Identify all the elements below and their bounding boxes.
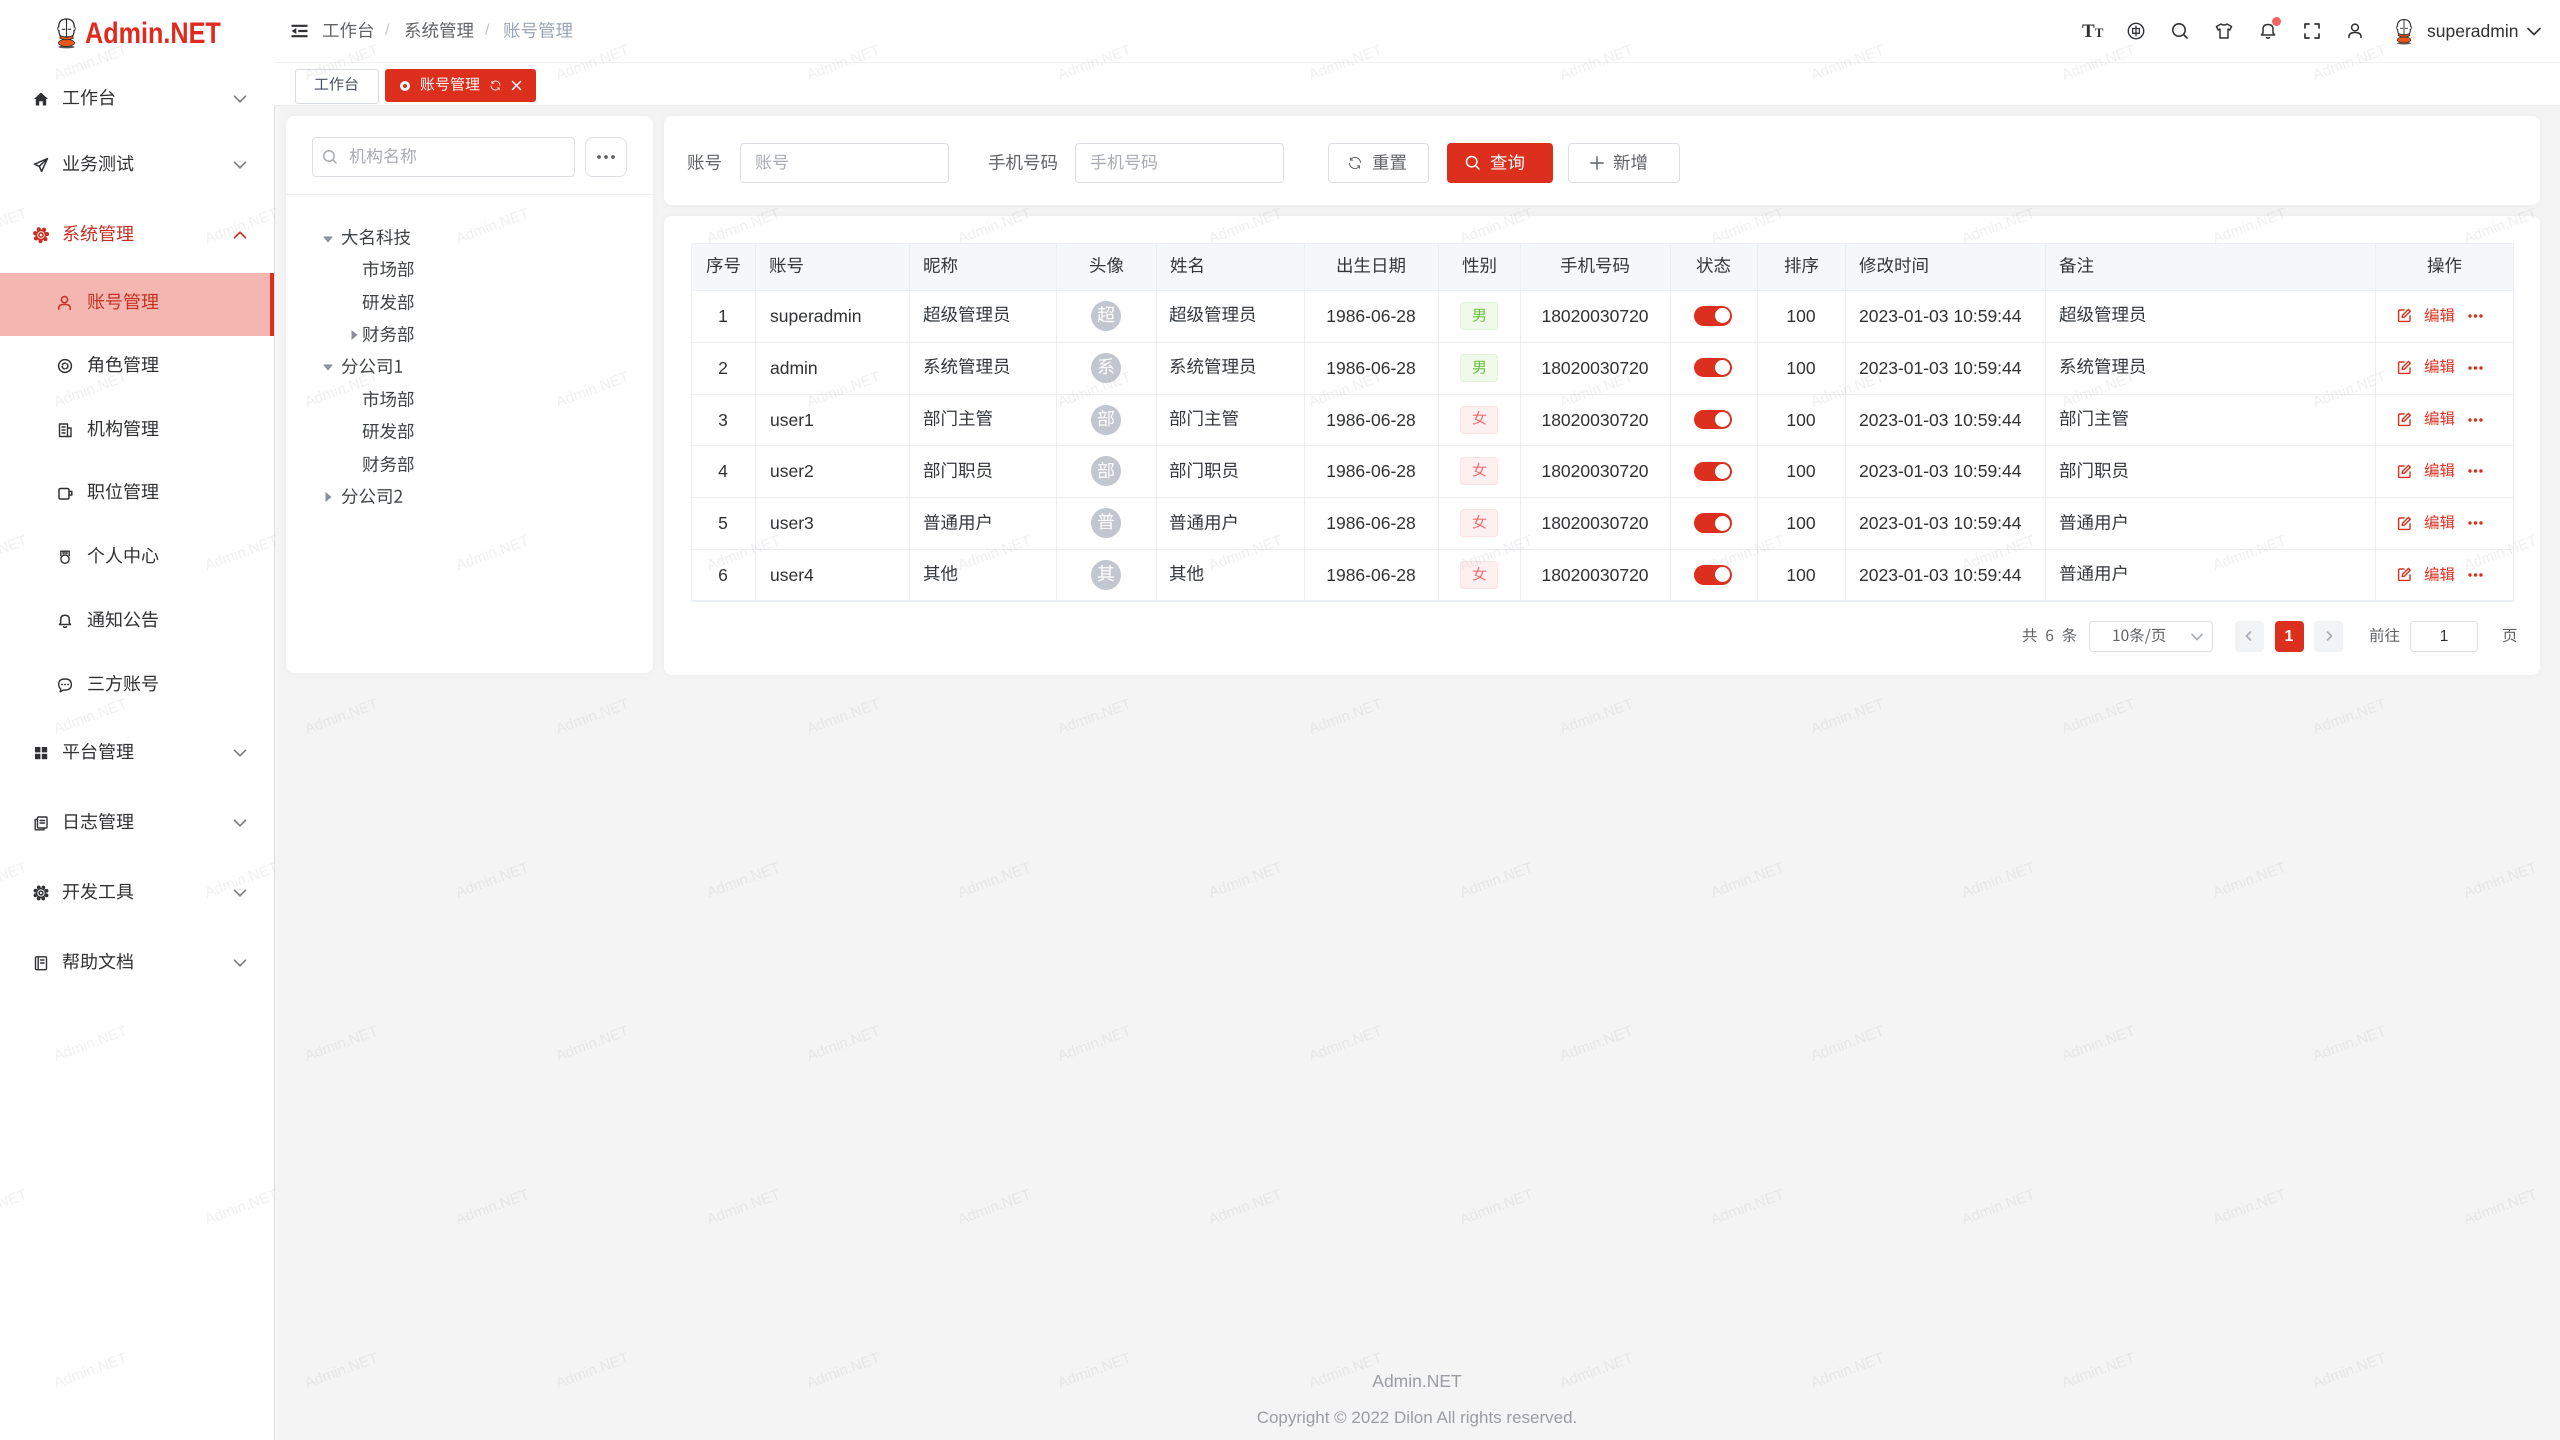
svg-text:Admin.NET: Admin.NET [1056,369,1134,411]
svg-text:Admin.NET: Admin.NET [1056,1350,1134,1392]
svg-text:Admin.NET: Admin.NET [0,859,29,901]
svg-text:Admin.NET: Admin.NET [1709,205,1787,247]
svg-text:Admin.NET: Admin.NET [1307,1350,1385,1392]
svg-text:Admin.NET: Admin.NET [1307,369,1385,411]
svg-text:Admin.NET: Admin.NET [1307,42,1385,84]
svg-text:Admin.NET: Admin.NET [1056,696,1134,738]
svg-text:Admin.NET: Admin.NET [303,696,381,738]
svg-text:Admin.NET: Admin.NET [1709,859,1787,901]
svg-text:Admin.NET: Admin.NET [705,1186,783,1228]
svg-text:Admin.NET: Admin.NET [1458,859,1536,901]
svg-text:Admin.NET: Admin.NET [2311,369,2389,411]
svg-text:Admin.NET: Admin.NET [2311,1023,2389,1065]
svg-text:Admin.NET: Admin.NET [1558,1023,1636,1065]
svg-text:Admin.NET: Admin.NET [956,532,1034,574]
svg-text:Admin.NET: Admin.NET [1207,859,1285,901]
svg-text:Admin.NET: Admin.NET [52,1023,130,1065]
svg-text:Admin.NET: Admin.NET [805,42,883,84]
svg-text:Admin.NET: Admin.NET [1960,532,2038,574]
svg-text:Admin.NET: Admin.NET [1458,532,1536,574]
svg-text:Admin.NET: Admin.NET [1207,532,1285,574]
svg-text:Admin.NET: Admin.NET [805,696,883,738]
svg-text:Admin.NET: Admin.NET [1809,1350,1887,1392]
svg-text:Admin.NET: Admin.NET [1558,696,1636,738]
svg-text:Admin.NET: Admin.NET [705,859,783,901]
svg-text:Admin.NET: Admin.NET [454,1186,532,1228]
svg-text:Admin.NET: Admin.NET [52,1350,130,1392]
svg-text:Admin.NET: Admin.NET [52,369,130,411]
svg-text:Admin.NET: Admin.NET [1960,205,2038,247]
svg-text:Admin.NET: Admin.NET [805,1350,883,1392]
svg-text:Admin.NET: Admin.NET [1709,1186,1787,1228]
svg-text:Admin.NET: Admin.NET [805,1023,883,1065]
svg-text:Admin.NET: Admin.NET [52,696,130,738]
svg-text:Admin.NET: Admin.NET [203,1186,281,1228]
svg-text:Admin.NET: Admin.NET [2060,1350,2138,1392]
svg-text:Admin.NET: Admin.NET [554,696,632,738]
svg-text:Admin.NET: Admin.NET [2462,859,2540,901]
svg-text:Admin.NET: Admin.NET [1809,1023,1887,1065]
svg-text:Admin.NET: Admin.NET [303,369,381,411]
svg-text:Admin.NET: Admin.NET [1307,696,1385,738]
svg-text:Admin.NET: Admin.NET [2060,42,2138,84]
svg-text:Admin.NET: Admin.NET [1709,532,1787,574]
svg-text:Admin.NET: Admin.NET [2060,696,2138,738]
svg-text:Admin.NET: Admin.NET [1307,1023,1385,1065]
svg-text:Admin.NET: Admin.NET [2211,205,2289,247]
svg-text:Admin.NET: Admin.NET [203,532,281,574]
svg-text:Admin.NET: Admin.NET [2311,696,2389,738]
svg-text:Admin.NET: Admin.NET [303,1350,381,1392]
svg-text:Admin.NET: Admin.NET [2311,42,2389,84]
svg-text:Admin.NET: Admin.NET [1458,1186,1536,1228]
svg-text:Admin.NET: Admin.NET [454,532,532,574]
svg-text:Admin.NET: Admin.NET [0,205,29,247]
svg-text:Admin.NET: Admin.NET [1207,1186,1285,1228]
svg-text:Admin.NET: Admin.NET [956,859,1034,901]
svg-text:Admin.NET: Admin.NET [2462,205,2540,247]
svg-text:Admin.NET: Admin.NET [303,42,381,84]
svg-text:Admin.NET: Admin.NET [52,42,130,84]
svg-text:Admin.NET: Admin.NET [2060,369,2138,411]
svg-text:Admin.NET: Admin.NET [1458,205,1536,247]
svg-text:Admin.NET: Admin.NET [1056,1023,1134,1065]
svg-text:Admin.NET: Admin.NET [554,369,632,411]
svg-text:Admin.NET: Admin.NET [1558,1350,1636,1392]
svg-text:Admin.NET: Admin.NET [2211,1186,2289,1228]
svg-text:Admin.NET: Admin.NET [454,205,532,247]
svg-text:Admin.NET: Admin.NET [0,532,29,574]
svg-text:Admin.NET: Admin.NET [2462,1186,2540,1228]
svg-text:Admin.NET: Admin.NET [805,369,883,411]
svg-text:Admin.NET: Admin.NET [956,1186,1034,1228]
svg-text:Admin.NET: Admin.NET [1809,696,1887,738]
svg-text:Admin.NET: Admin.NET [1558,369,1636,411]
svg-text:Admin.NET: Admin.NET [1056,42,1134,84]
svg-text:Admin.NET: Admin.NET [705,205,783,247]
svg-text:Admin.NET: Admin.NET [2311,1350,2389,1392]
svg-text:Admin.NET: Admin.NET [2462,532,2540,574]
svg-text:Admin.NET: Admin.NET [1207,205,1285,247]
svg-text:Admin.NET: Admin.NET [203,205,281,247]
svg-text:Admin.NET: Admin.NET [554,42,632,84]
svg-text:Admin.NET: Admin.NET [303,1023,381,1065]
svg-text:Admin.NET: Admin.NET [454,859,532,901]
svg-text:Admin.NET: Admin.NET [705,532,783,574]
svg-text:Admin.NET: Admin.NET [1960,859,2038,901]
svg-text:Admin.NET: Admin.NET [1960,1186,2038,1228]
svg-text:Admin.NET: Admin.NET [1558,42,1636,84]
svg-text:Admin.NET: Admin.NET [1809,42,1887,84]
svg-text:Admin.NET: Admin.NET [956,205,1034,247]
svg-text:Admin.NET: Admin.NET [554,1350,632,1392]
svg-text:Admin.NET: Admin.NET [2060,1023,2138,1065]
svg-text:Admin.NET: Admin.NET [2211,532,2289,574]
svg-text:Admin.NET: Admin.NET [554,1023,632,1065]
svg-text:Admin.NET: Admin.NET [0,1186,29,1228]
svg-text:Admin.NET: Admin.NET [1809,369,1887,411]
svg-text:Admin.NET: Admin.NET [2211,859,2289,901]
svg-text:Admin.NET: Admin.NET [203,859,281,901]
